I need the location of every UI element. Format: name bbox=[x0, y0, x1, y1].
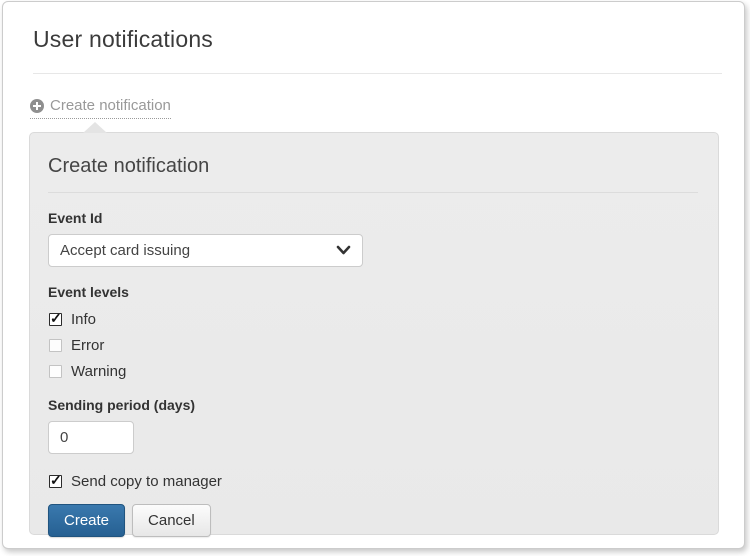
create-button[interactable]: Create bbox=[48, 504, 125, 537]
event-id-label: Event Id bbox=[48, 210, 698, 226]
event-id-select[interactable]: Accept card issuing bbox=[48, 234, 363, 267]
checkbox-info-label: Info bbox=[71, 311, 96, 328]
checkbox-warning[interactable] bbox=[49, 365, 62, 378]
checkbox-warning-label: Warning bbox=[71, 363, 126, 380]
event-levels-group: Info Error Warning bbox=[48, 311, 698, 380]
event-levels-label: Event levels bbox=[48, 284, 698, 300]
plus-circle-icon bbox=[30, 99, 44, 113]
checkbox-error[interactable] bbox=[49, 339, 62, 352]
checkbox-error-label: Error bbox=[71, 337, 104, 354]
page-title: User notifications bbox=[33, 26, 714, 53]
page-card: User notifications Create notification C… bbox=[2, 1, 745, 549]
button-row: Create Cancel bbox=[48, 504, 698, 537]
sending-period-label: Sending period (days) bbox=[48, 397, 698, 413]
event-id-select-wrap: Accept card issuing bbox=[48, 234, 363, 267]
panel-title: Create notification bbox=[48, 155, 698, 193]
sending-period-input[interactable] bbox=[48, 421, 134, 454]
checkbox-row-warning[interactable]: Warning bbox=[49, 363, 698, 380]
checkbox-row-send-copy[interactable]: Send copy to manager bbox=[49, 473, 698, 490]
checkbox-row-info[interactable]: Info bbox=[49, 311, 698, 328]
checkbox-row-error[interactable]: Error bbox=[49, 337, 698, 354]
caret-up-pointer bbox=[83, 122, 107, 133]
toggle-link-label: Create notification bbox=[50, 97, 171, 114]
create-notification-panel: Create notification Event Id Accept card… bbox=[29, 132, 719, 535]
checkbox-send-copy-label: Send copy to manager bbox=[71, 473, 222, 490]
header-divider bbox=[33, 73, 722, 74]
checkbox-info[interactable] bbox=[49, 313, 62, 326]
checkbox-send-copy[interactable] bbox=[49, 475, 62, 488]
create-notification-toggle-link[interactable]: Create notification bbox=[30, 97, 171, 119]
cancel-button[interactable]: Cancel bbox=[132, 504, 211, 537]
